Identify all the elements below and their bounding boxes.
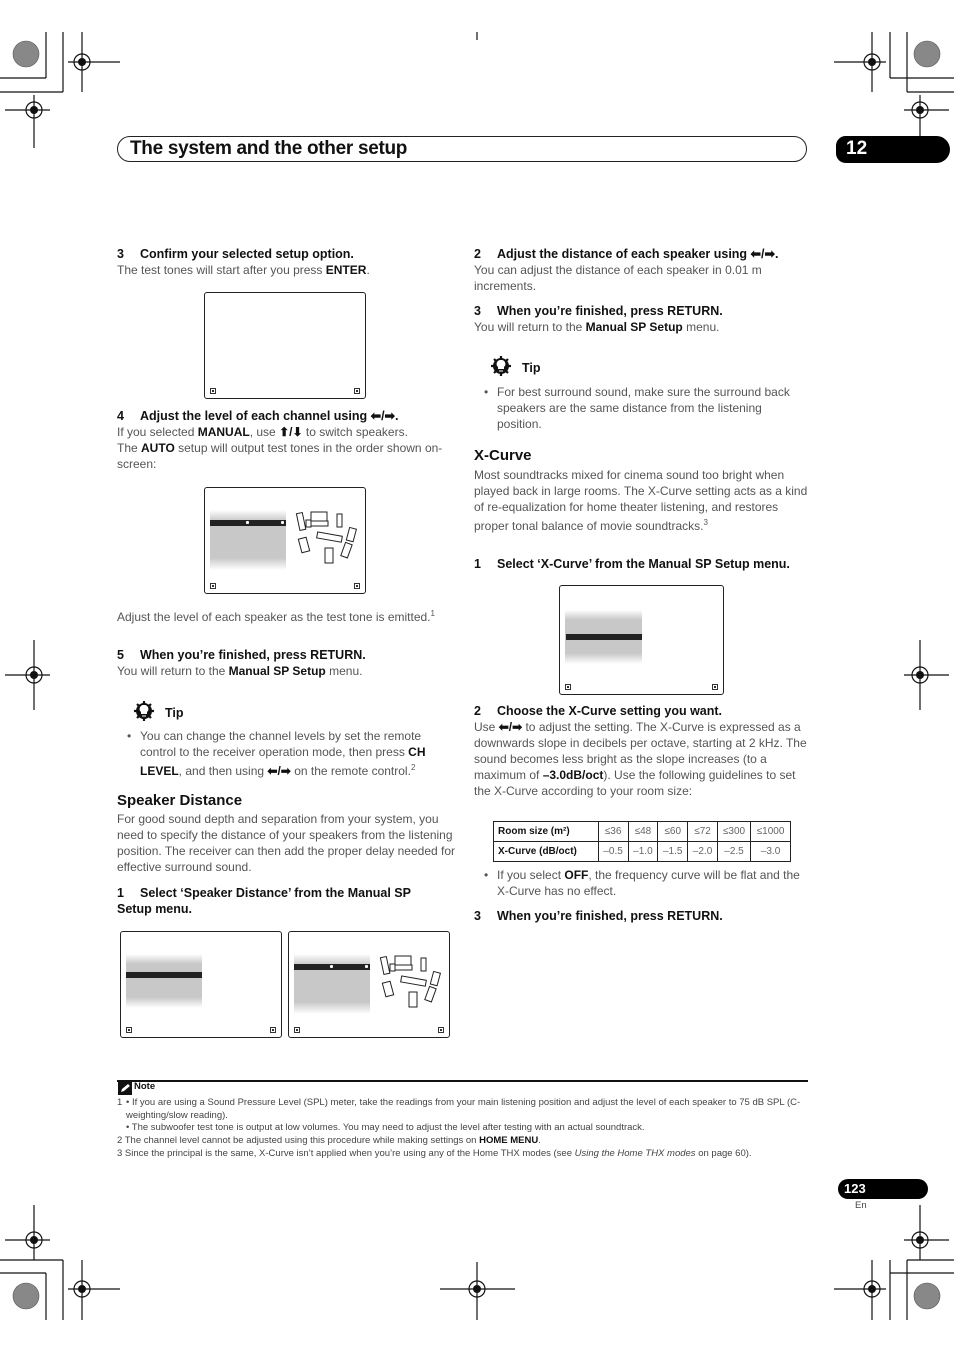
speaker-layout-icon bbox=[379, 955, 442, 1008]
table-cell: ≤60 bbox=[657, 821, 689, 842]
table-cell: –0.5 bbox=[597, 841, 629, 862]
step-5-body: You will return to the Manual SP Setup m… bbox=[117, 664, 363, 678]
osd-screen-manual-sp-menu bbox=[120, 931, 282, 1038]
x-curve-step-2: 2 Choose the X-Curve setting you want. bbox=[474, 704, 723, 718]
exit-icon bbox=[354, 388, 360, 394]
table-row-header: X-Curve (dB/oct) bbox=[493, 841, 599, 862]
chapter-number-tab: 12 bbox=[836, 136, 950, 163]
step-3-heading: 3 Confirm your selected setup option. bbox=[117, 247, 354, 261]
tip-bullet: • For best surround sound, make sure the… bbox=[484, 385, 790, 431]
step-5-heading: 5 When you’re finished, press RETURN. bbox=[117, 648, 366, 662]
distance-step-3-body: You will return to the Manual SP Setup m… bbox=[474, 320, 720, 334]
exit-icon bbox=[354, 583, 360, 589]
language-code: En bbox=[855, 1200, 867, 1211]
x-curve-body: Most soundtracks mixed for cinema sound … bbox=[474, 468, 808, 533]
osd-screen-speaker-distance bbox=[288, 931, 450, 1038]
table-cell: ≤300 bbox=[716, 821, 752, 842]
table-cell: –1.0 bbox=[627, 841, 659, 862]
exit-icon bbox=[270, 1027, 276, 1033]
note-pencil-icon bbox=[118, 1082, 132, 1095]
page-number-badge: 123 bbox=[838, 1179, 928, 1199]
step-4-heading: 4 Adjust the level of each channel using … bbox=[117, 409, 399, 423]
return-icon bbox=[210, 583, 216, 589]
x-curve-step-3: 3 When you’re finished, press RETURN. bbox=[474, 909, 723, 923]
table-cell: –2.0 bbox=[687, 841, 718, 862]
speaker-layout-icon bbox=[295, 511, 358, 564]
step-4-body: If you selected MANUAL, use ⬆/⬇ to switc… bbox=[117, 425, 443, 471]
tip-lightbulb-icon bbox=[491, 356, 511, 376]
x-curve-step-2-body: Use ⬅/➡ to adjust the setting. The X-Cur… bbox=[474, 720, 807, 798]
exit-icon bbox=[712, 684, 718, 690]
exit-icon bbox=[438, 1027, 444, 1033]
note-label: Note bbox=[134, 1081, 156, 1092]
table-row-header: Room size (m²) bbox=[493, 821, 599, 842]
speaker-distance-body: For good sound depth and separation from… bbox=[117, 812, 456, 874]
osd-screen-blank bbox=[204, 292, 366, 399]
notes-divider bbox=[117, 1080, 808, 1082]
speaker-distance-step-1: 1 Select ‘Speaker Distance’ from the Manu… bbox=[117, 886, 411, 916]
menu-panel bbox=[294, 954, 370, 1014]
selected-row bbox=[126, 972, 202, 978]
table-cell: –1.5 bbox=[657, 841, 689, 862]
selected-row bbox=[210, 520, 286, 526]
distance-step-2-heading: 2 Adjust the distance of each speaker usi… bbox=[474, 247, 779, 261]
table-cell: ≤1000 bbox=[750, 821, 791, 842]
table-row-room-size: Room size (m²) ≤36 ≤48 ≤60 ≤72 ≤300 ≤100… bbox=[493, 821, 791, 842]
selected-row bbox=[566, 634, 642, 640]
table-cell: ≤48 bbox=[627, 821, 659, 842]
note-3: 3 Since the principal is the same, X-Cur… bbox=[117, 1147, 752, 1159]
table-row-x-curve: X-Curve (dB/oct) –0.5 –1.0 –1.5 –2.0 –2.… bbox=[493, 841, 791, 862]
tip-lightbulb-icon bbox=[134, 701, 154, 721]
osd-screen-x-curve-menu bbox=[559, 585, 724, 695]
table-cell: –2.5 bbox=[716, 841, 752, 862]
return-icon bbox=[210, 388, 216, 394]
return-icon bbox=[565, 684, 571, 690]
note-1: 1 • If you are using a Sound Pressure Le… bbox=[117, 1097, 801, 1134]
menu-panel bbox=[126, 954, 202, 1008]
speaker-distance-heading: Speaker Distance bbox=[117, 792, 243, 809]
tip-label: Tip bbox=[522, 361, 541, 375]
chapter-title-bar: The system and the other setup bbox=[117, 136, 807, 162]
note-2: 2 The channel level cannot be adjusted u… bbox=[117, 1135, 541, 1147]
table-cell: –3.0 bbox=[750, 841, 791, 862]
page-number: 123 bbox=[844, 1181, 866, 1196]
osd-screen-channel-level bbox=[204, 487, 366, 594]
table-cell: ≤72 bbox=[687, 821, 718, 842]
distance-step-3-heading: 3 When you’re finished, press RETURN. bbox=[474, 304, 723, 318]
notes-list: 1 • If you are using a Sound Pressure Le… bbox=[117, 1097, 809, 1161]
distance-step-2-body: You can adjust the distance of each spea… bbox=[474, 263, 762, 293]
x-curve-heading: X-Curve bbox=[474, 447, 532, 464]
step-3-body: The test tones will start after you pres… bbox=[117, 263, 370, 277]
tip-label: Tip bbox=[165, 706, 184, 720]
chapter-title: The system and the other setup bbox=[130, 138, 408, 159]
chapter-number: 12 bbox=[846, 138, 868, 159]
off-bullet: • If you select OFF, the frequency curve… bbox=[484, 868, 800, 898]
adjust-level-text: Adjust the level of each speaker as the … bbox=[117, 609, 435, 624]
selected-row bbox=[294, 964, 370, 970]
tip-bullet: • You can change the channel levels by s… bbox=[127, 729, 426, 778]
return-icon bbox=[126, 1027, 132, 1033]
table-cell: ≤36 bbox=[597, 821, 629, 842]
x-curve-step-1: 1 Select ‘X-Curve’ from the Manual SP Set… bbox=[474, 557, 790, 571]
return-icon bbox=[294, 1027, 300, 1033]
x-curve-table: Room size (m²) ≤36 ≤48 ≤60 ≤72 ≤300 ≤100… bbox=[493, 821, 791, 862]
menu-panel bbox=[210, 510, 286, 570]
